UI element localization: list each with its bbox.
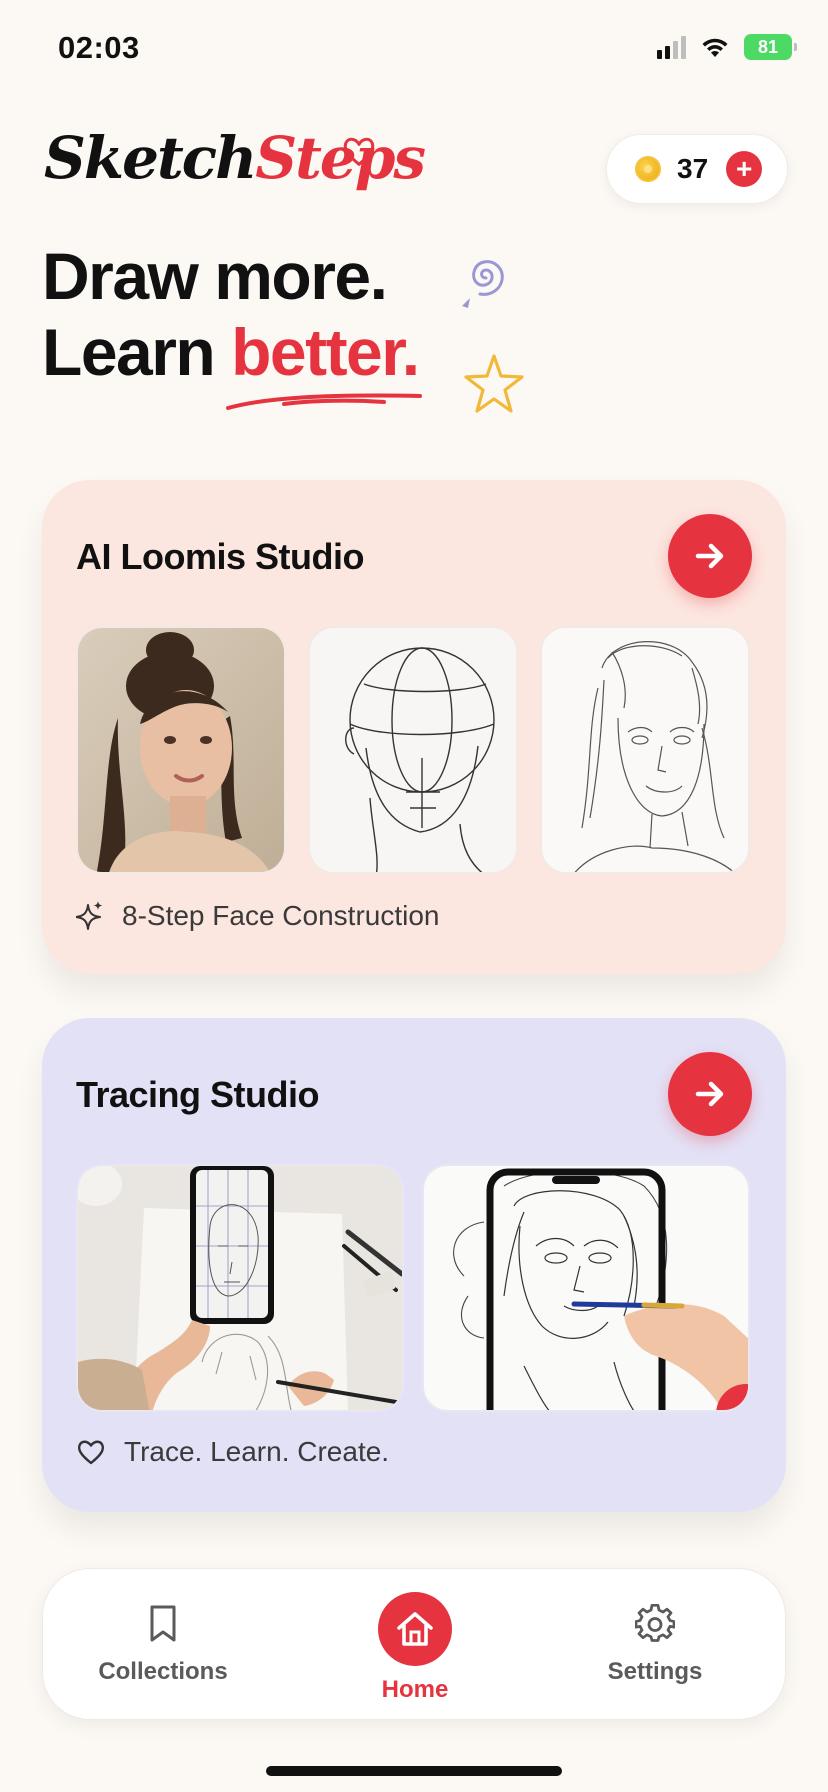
coin-icon [635,156,661,182]
card-footer: 8-Step Face Construction [76,900,440,932]
card-footer-text: Trace. Learn. Create. [124,1436,390,1467]
nav-item-home[interactable]: Home [345,1569,485,1721]
swirl-decoration-icon [462,260,504,308]
status-bar: 02:03 81 [0,0,828,100]
nav-item-collections[interactable]: Collections [93,1569,233,1721]
hero-accent-word: better. [231,315,420,389]
nav-label: Settings [607,1658,703,1685]
cellular-signal-icon [657,35,686,59]
hero-headline: Draw more. Learn better. [42,238,420,390]
arrow-right-icon [695,543,724,569]
wifi-icon [702,38,728,57]
arrow-right-icon [695,1081,724,1107]
phone-tracing-sketch-thumbnail [422,1164,750,1412]
heart-icon [77,1440,105,1465]
logo-text-sketch: Sketch [44,124,257,192]
loomis-construction-thumbnail [308,626,518,874]
battery-icon: 81 [744,34,797,60]
open-loomis-studio-button[interactable] [668,514,752,598]
home-icon [397,1612,433,1646]
status-icons: 81 [657,34,797,60]
phone-tracing-photo-thumbnail [76,1164,404,1412]
bookmark-icon [150,1605,176,1642]
home-active-indicator [378,1592,452,1666]
hero-line-1: Draw more. [42,239,388,313]
status-time: 02:03 [58,30,140,65]
portrait-photo-thumbnail [76,626,286,874]
hero-underline-decoration [226,393,422,410]
sparkle-icon [76,901,103,930]
hero-line-2: Learn better. [42,314,420,390]
tracing-studio-card[interactable]: Tracing Studio Trace. Learn. Create. [42,1018,786,1512]
card-title: Tracing Studio [76,1074,320,1115]
nav-item-settings[interactable]: Settings [585,1569,725,1721]
pencil-sketch-thumbnail [540,626,750,874]
logo-heart-icon [343,137,375,166]
card-footer: Trace. Learn. Create. [76,1436,389,1468]
open-tracing-studio-button[interactable] [668,1052,752,1136]
coin-balance-pill[interactable]: 37 + [606,134,788,204]
home-indicator-bar [266,1766,562,1776]
hero-line-2-prefix: Learn [42,315,232,389]
gear-icon [635,1604,675,1642]
card-footer-text: 8-Step Face Construction [122,900,440,931]
add-coins-button[interactable]: + [726,151,763,187]
coin-count: 37 [677,153,709,184]
bottom-navigation: Collections Home Settings [42,1568,786,1720]
battery-level: 81 [757,36,779,57]
card-title: AI Loomis Studio [76,536,364,577]
star-decoration-icon [464,354,524,413]
nav-label: Home [381,1676,449,1703]
ai-loomis-studio-card[interactable]: AI Loomis Studio 8-Step Face Constructio… [42,480,786,974]
nav-label: Collections [98,1658,228,1685]
